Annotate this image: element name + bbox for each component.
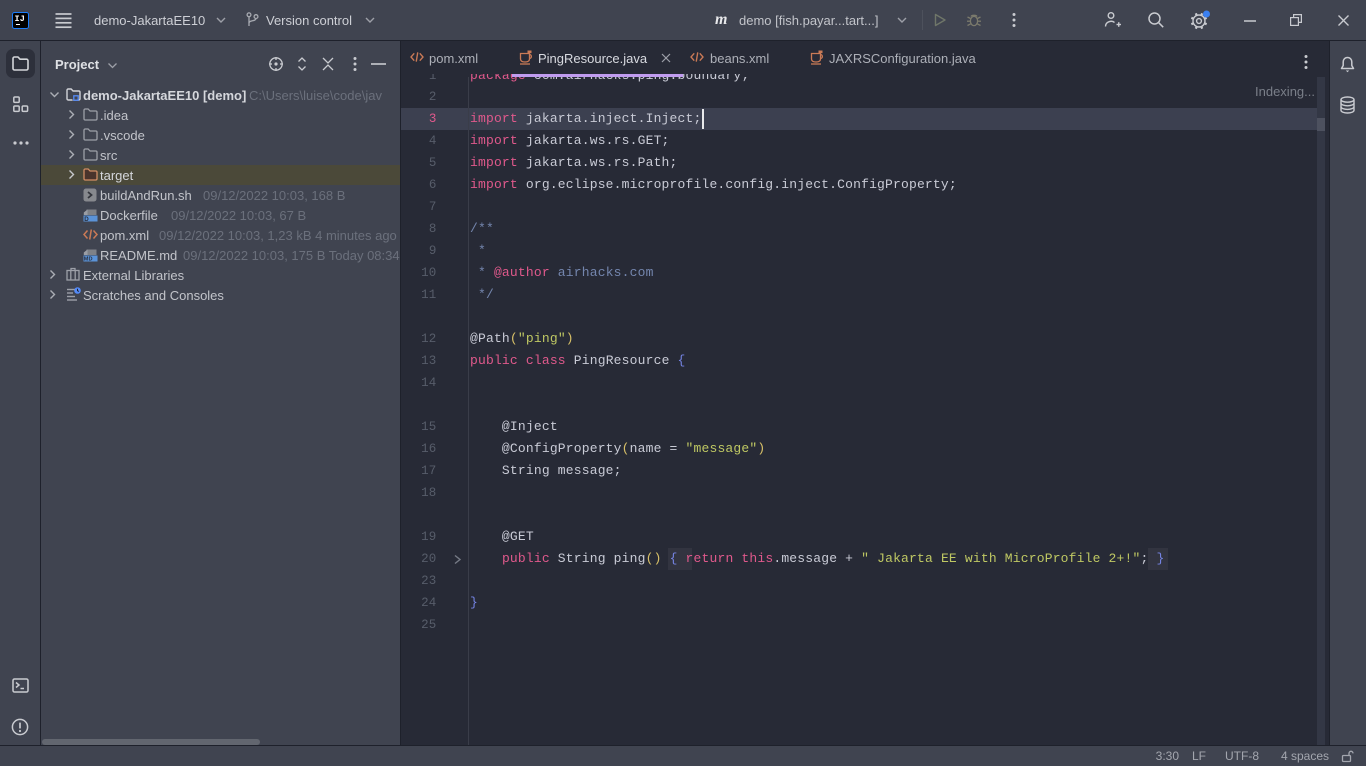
svg-text:D: D (84, 216, 89, 222)
svg-text:MD: MD (84, 257, 93, 262)
